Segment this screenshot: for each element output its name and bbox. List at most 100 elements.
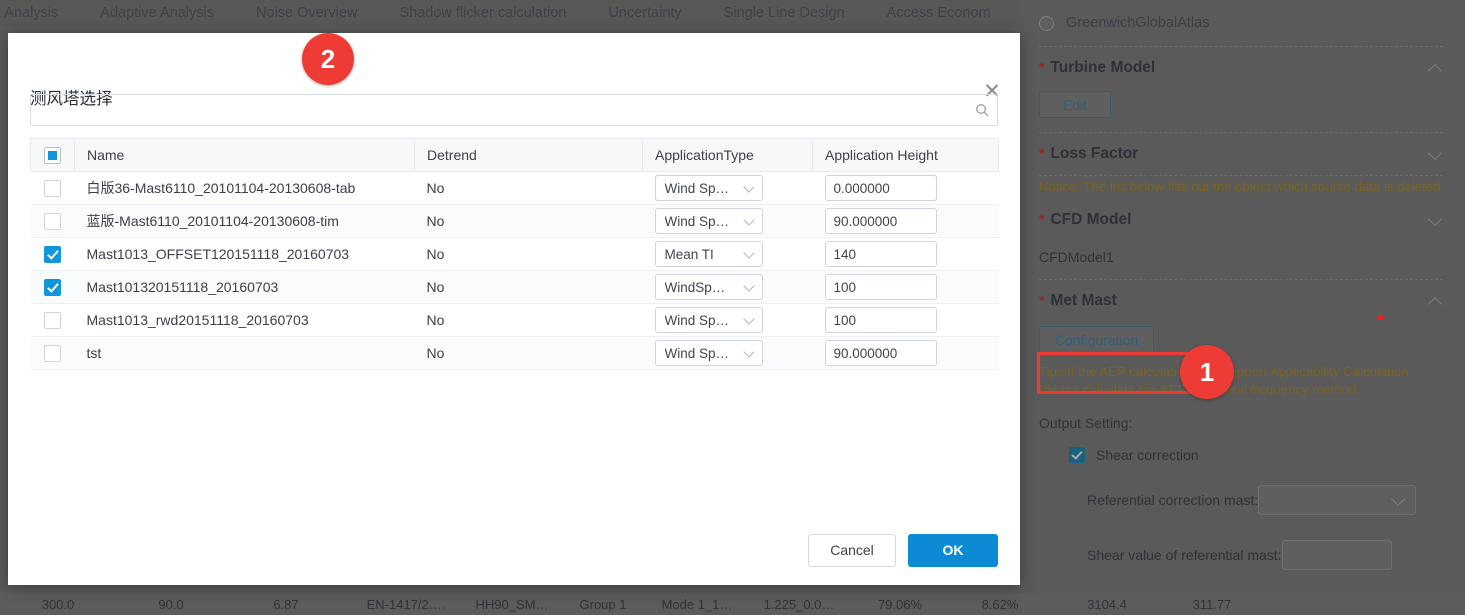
cfd-model-value: CFDModel1: [1039, 249, 1114, 265]
nav-tab-shadow-flicker-calculation[interactable]: Shadow flicker calculation: [378, 0, 587, 27]
row-checkbox[interactable]: [44, 245, 61, 263]
radio-icon[interactable]: [1039, 15, 1054, 31]
referential-correction-mast-select[interactable]: [1258, 485, 1417, 515]
table-row[interactable]: 白版36-Mast6110_20101104-20130608-tab No W…: [30, 171, 999, 205]
row-select-cell[interactable]: [30, 237, 75, 271]
turbine-model-edit-button[interactable]: Edit: [1039, 91, 1111, 118]
row-select-cell[interactable]: [30, 270, 75, 304]
strip-cell: 3104.4: [1087, 596, 1127, 612]
strip-cell: 90.0: [158, 596, 184, 612]
row-select-cell[interactable]: [30, 303, 75, 337]
chevron-down-icon: [744, 182, 756, 194]
cell-name: tst: [74, 336, 415, 370]
cell-name: Mast101320151118_20160703: [74, 270, 415, 304]
section-turbine-model[interactable]: * Turbine Model: [1039, 47, 1443, 89]
chevron-down-icon: [744, 314, 756, 326]
nav-tab-adaptive-analysis[interactable]: Adaptive Analysis: [79, 0, 235, 27]
chevron-down-icon: [744, 215, 756, 227]
application-type-value: Wind Sp…: [664, 180, 730, 196]
chevron-down-icon[interactable]: [1429, 147, 1443, 161]
top-navigation: d Analysis Adaptive Analysis Noise Overv…: [0, 0, 1020, 27]
application-type-value: Wind Sp…: [664, 213, 730, 229]
atlas-radio-row[interactable]: GreenwichGlobalAtlas: [1039, 0, 1443, 46]
nav-tab-access-economy[interactable]: Access Econom: [866, 0, 1012, 27]
application-height-input[interactable]: [824, 241, 937, 267]
shear-correction-label: Shear correction: [1096, 447, 1199, 463]
select-all-checkbox[interactable]: [44, 146, 61, 164]
application-height-input[interactable]: [824, 307, 937, 333]
table-row[interactable]: 蓝版-Mast6110_20101104-20130608-tim No Win…: [30, 204, 999, 238]
application-type-select[interactable]: Wind Sp…: [654, 340, 763, 366]
ok-button[interactable]: OK: [908, 533, 998, 567]
table-row[interactable]: Mast101320151118_20160703 No WindSp…: [30, 270, 999, 304]
met-mast-configuration-button[interactable]: Configuration: [1039, 326, 1154, 353]
nav-tab-noise-overview[interactable]: Noise Overview: [235, 0, 379, 27]
row-checkbox[interactable]: [44, 344, 61, 362]
row-checkbox[interactable]: [44, 212, 61, 230]
strip-cell: 300.0: [41, 596, 75, 612]
row-checkbox[interactable]: [44, 179, 61, 197]
table-header-row: Name Detrend ApplicationType Application…: [30, 138, 999, 172]
cell-application-type: Wind Sp…: [642, 204, 813, 238]
application-type-select[interactable]: Wind Sp…: [654, 307, 763, 333]
search-input[interactable]: [31, 95, 967, 125]
application-type-select[interactable]: Wind Sp…: [654, 208, 763, 234]
required-asterisk: *: [1039, 145, 1045, 161]
strip-cell: 79.06%: [877, 596, 923, 612]
column-header-name[interactable]: Name: [74, 138, 415, 172]
application-type-select[interactable]: WindSp…: [654, 274, 763, 300]
loss-factor-title: Loss Factor: [1050, 145, 1139, 162]
annotation-badge-1: 1: [1180, 345, 1234, 399]
chevron-up-icon[interactable]: [1429, 61, 1443, 75]
row-select-cell[interactable]: [30, 336, 75, 370]
app-root: d Analysis Adaptive Analysis Noise Overv…: [0, 0, 1465, 615]
turbine-model-title: Turbine Model: [1050, 59, 1156, 76]
chevron-down-icon: [744, 248, 756, 260]
application-height-input[interactable]: [824, 274, 937, 300]
cell-detrend: No: [414, 270, 643, 304]
atlas-option-label: GreenwichGlobalAtlas: [1066, 15, 1210, 31]
search-box[interactable]: [30, 94, 998, 126]
select-all-header[interactable]: [30, 138, 75, 172]
cell-name: 蓝版-Mast6110_20101104-20130608-tim: [74, 204, 415, 238]
table-row[interactable]: tst No Wind Sp…: [30, 336, 999, 370]
application-type-select[interactable]: Wind Sp…: [654, 175, 763, 201]
annotation-highlight-box: [1037, 352, 1194, 394]
cell-name: Mast1013_rwd20151118_20160703: [74, 303, 415, 337]
application-height-input[interactable]: [824, 340, 937, 366]
row-select-cell[interactable]: [30, 204, 75, 238]
cell-application-type: WindSp…: [642, 270, 813, 304]
cell-application-type: Wind Sp…: [642, 303, 813, 337]
chevron-up-icon[interactable]: [1429, 294, 1443, 308]
unsaved-indicator-dot: [1378, 315, 1383, 320]
strip-cell: 8.62%: [981, 596, 1019, 612]
table-row[interactable]: Mast1013_rwd20151118_20160703 No Wind Sp…: [30, 303, 999, 337]
nav-tab-wind-analysis[interactable]: d Analysis: [0, 0, 79, 27]
required-asterisk: *: [1039, 211, 1045, 227]
row-select-cell[interactable]: [30, 171, 75, 205]
section-cfd-model[interactable]: * CFD Model: [1039, 199, 1443, 241]
search-icon[interactable]: [967, 103, 997, 117]
section-loss-factor[interactable]: * Loss Factor: [1039, 133, 1443, 175]
strip-cell: HH90_SM…: [475, 596, 549, 612]
cell-detrend: No: [414, 336, 643, 370]
column-header-application-type[interactable]: ApplicationType: [642, 138, 813, 172]
column-header-detrend[interactable]: Detrend: [414, 138, 643, 172]
nav-tab-uncertainty[interactable]: Uncertainty: [587, 0, 702, 27]
row-checkbox[interactable]: [44, 278, 61, 296]
application-height-input[interactable]: [824, 175, 937, 201]
output-setting-label: Output Setting:: [1039, 415, 1133, 431]
nav-tab-single-line-design[interactable]: Single Line Design: [703, 0, 866, 27]
dialog-footer: Cancel OK: [8, 515, 1020, 585]
column-header-application-height[interactable]: Application Height: [812, 138, 999, 172]
annotation-badge-2: 2: [302, 33, 354, 85]
cancel-button[interactable]: Cancel: [808, 533, 896, 567]
application-height-input[interactable]: [824, 208, 937, 234]
shear-value-input[interactable]: [1281, 540, 1392, 570]
strip-cell: 1.225_0.0…: [763, 596, 835, 612]
application-type-select[interactable]: Mean TI: [654, 241, 763, 267]
table-row[interactable]: Mast1013_OFFSET120151118_20160703 No Mea…: [30, 237, 999, 271]
chevron-down-icon[interactable]: [1429, 213, 1443, 227]
row-checkbox[interactable]: [44, 311, 61, 329]
shear-correction-checkbox[interactable]: [1069, 447, 1085, 463]
